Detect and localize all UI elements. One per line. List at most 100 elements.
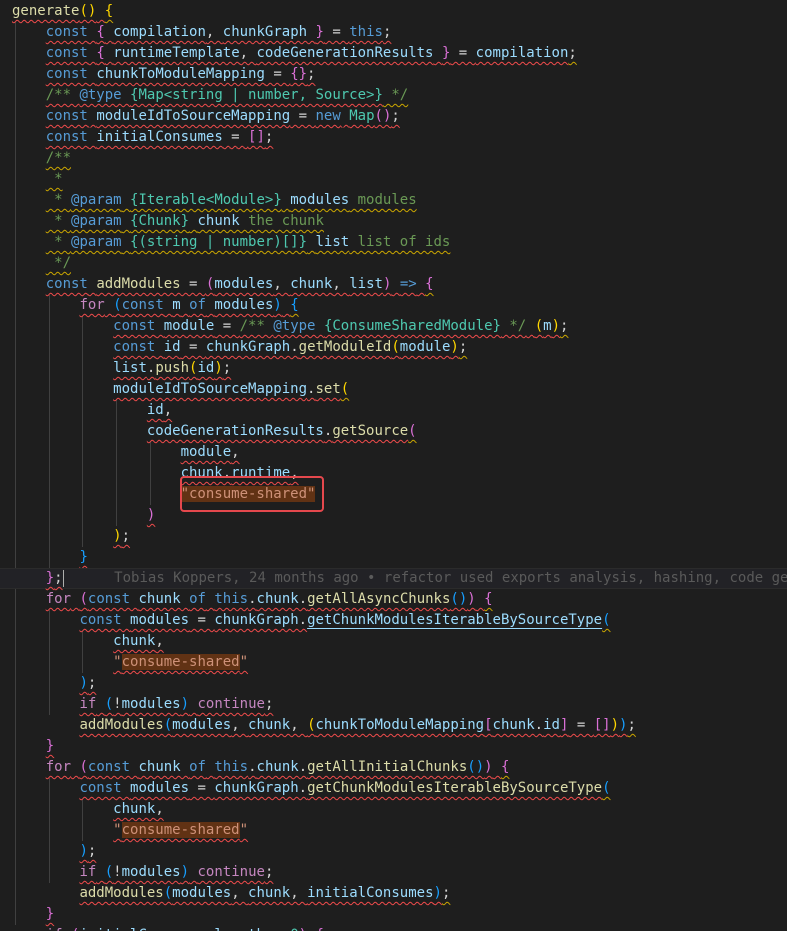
code-line[interactable]: * @param {(string | number)[]} list list… xyxy=(0,232,787,253)
code-token: ( xyxy=(104,864,114,880)
code-token: @param xyxy=(71,213,122,229)
code-token: const xyxy=(45,66,88,82)
code-token: const xyxy=(45,108,88,124)
code-line[interactable]: const module = /** @type {ConsumeSharedM… xyxy=(0,316,787,337)
code-editor[interactable]: generate() { const { compilation, chunkG… xyxy=(0,0,787,931)
code-line[interactable]: id, xyxy=(0,400,787,421)
code-token: module xyxy=(163,318,215,334)
code-token: addModules xyxy=(96,276,181,292)
code-token: chunk xyxy=(256,759,299,775)
code-token: this xyxy=(214,591,249,607)
code-token: const xyxy=(113,339,156,355)
code-line[interactable]: * xyxy=(0,169,787,190)
code-line[interactable]: * @param {Iterable<Module>} modules modu… xyxy=(0,190,787,211)
code-token: module xyxy=(180,444,232,460)
code-token: chunkGraph xyxy=(205,339,291,355)
code-line[interactable]: }; Tobias Koppers, 24 months ago • refac… xyxy=(0,568,787,589)
code-line[interactable]: module, xyxy=(0,442,787,463)
code-line[interactable]: for (const chunk of this.chunk.getAllIni… xyxy=(0,757,787,778)
code-line[interactable]: const moduleIdToSourceMapping = new Map(… xyxy=(0,106,787,127)
code-line[interactable]: "consume-shared" xyxy=(0,652,787,673)
code-token: ( xyxy=(163,885,173,901)
code-token: , xyxy=(239,45,257,61)
code-line[interactable]: const { runtimeTemplate, codeGenerationR… xyxy=(0,43,787,64)
code-line[interactable]: ); xyxy=(0,526,787,547)
code-token: { xyxy=(316,927,324,931)
code-token: ) xyxy=(79,675,88,691)
code-line[interactable]: for (const chunk of this.chunk.getAllAsy… xyxy=(0,589,787,610)
code-line[interactable]: const initialConsumes = []; xyxy=(0,127,787,148)
code-line[interactable]: ); xyxy=(0,673,787,694)
code-token: . xyxy=(298,780,308,796)
code-line[interactable]: */ xyxy=(0,253,787,274)
code-token: } xyxy=(45,906,55,922)
code-token: modules xyxy=(290,192,350,208)
code-line[interactable]: if (initialConsumes.length > 0) { xyxy=(0,925,787,931)
code-token: addModules xyxy=(79,885,164,901)
code-token: push xyxy=(155,360,190,376)
code-line[interactable]: const { compilation, chunkGraph } = this… xyxy=(0,22,787,43)
code-token: { xyxy=(425,276,434,292)
code-token: } xyxy=(45,738,55,754)
code-line[interactable]: moduleIdToSourceMapping.set( xyxy=(0,379,787,400)
code-token: ! xyxy=(113,864,122,880)
code-line[interactable]: chunk, xyxy=(0,799,787,820)
code-line[interactable]: addModules(modules, chunk, initialConsum… xyxy=(0,883,787,904)
code-line[interactable]: codeGenerationResults.getSource( xyxy=(0,421,787,442)
code-token: chunk xyxy=(197,213,240,229)
code-line[interactable]: const modules = chunkGraph.getChunkModul… xyxy=(0,778,787,799)
code-line[interactable]: ) xyxy=(0,505,787,526)
code-token: m xyxy=(543,318,552,334)
code-token: for xyxy=(45,591,72,607)
code-token: compilation xyxy=(113,24,206,40)
code-token: , xyxy=(273,276,291,292)
code-token: ( xyxy=(113,297,122,313)
code-line[interactable]: for (const m of modules) { xyxy=(0,295,787,316)
code-line[interactable]: const addModules = (modules, chunk, list… xyxy=(0,274,787,295)
code-token: if xyxy=(46,927,63,931)
code-token: ) xyxy=(551,318,560,334)
code-token: ; xyxy=(560,318,569,334)
git-blame-annotation: Tobias Koppers, 24 months ago • refactor… xyxy=(114,570,787,586)
code-line[interactable]: } xyxy=(0,904,787,925)
code-line[interactable]: const modules = chunkGraph.getChunkModul… xyxy=(0,610,787,631)
code-line[interactable]: const id = chunkGraph.getModuleId(module… xyxy=(0,337,787,358)
code-token: , xyxy=(231,717,249,733)
code-line[interactable]: } xyxy=(0,736,787,757)
code-token: of xyxy=(189,759,206,775)
code-line[interactable]: chunk, xyxy=(0,631,787,652)
code-token: const xyxy=(79,780,122,796)
code-token: id xyxy=(197,360,215,376)
code-token: = xyxy=(214,318,240,334)
code-line[interactable]: generate() { xyxy=(0,1,787,22)
code-line[interactable]: "consume-shared" xyxy=(0,820,787,841)
code-line[interactable]: ); xyxy=(0,841,787,862)
code-token: ( xyxy=(602,780,611,796)
code-line[interactable]: if (!modules) continue; xyxy=(0,694,787,715)
code-line[interactable]: list.push(id); xyxy=(0,358,787,379)
code-token: ; xyxy=(391,108,400,124)
code-token: new xyxy=(315,108,341,124)
code-line[interactable]: /** @type {Map<string | number, Source>}… xyxy=(0,85,787,106)
code-line[interactable]: /** xyxy=(0,148,787,169)
code-line[interactable]: addModules(modules, chunk, (chunkToModul… xyxy=(0,715,787,736)
code-line[interactable]: chunk.runtime, xyxy=(0,463,787,484)
code-line[interactable]: if (!modules) continue; xyxy=(0,862,787,883)
code-line[interactable]: } xyxy=(0,547,787,568)
code-line[interactable]: const chunkToModuleMapping = {}; xyxy=(0,64,787,85)
code-line[interactable]: "consume-shared" xyxy=(0,484,787,505)
code-line[interactable]: * @param {Chunk} chunk the chunk xyxy=(0,211,787,232)
code-token: initialConsumes xyxy=(96,129,223,145)
